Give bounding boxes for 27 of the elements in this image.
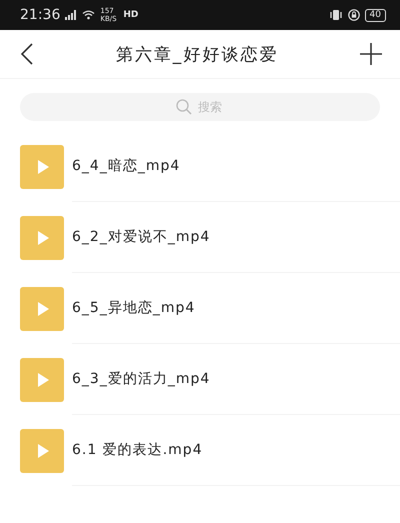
play-icon (20, 216, 64, 260)
signal-icon (65, 10, 78, 20)
file-item[interactable]: 6_3_爱的活力_mp4 (20, 344, 400, 415)
file-name: 6_2_对爱说不_mp4 (72, 228, 210, 246)
file-item[interactable]: 6_2_对爱说不_mp4 (20, 202, 400, 273)
back-icon[interactable] (20, 43, 34, 65)
file-name: 6_4_暗恋_mp4 (72, 157, 180, 175)
search-icon (176, 99, 192, 115)
wifi-icon (82, 10, 96, 20)
play-icon (20, 286, 64, 330)
hd-label: HD (123, 10, 138, 20)
add-icon[interactable] (360, 43, 382, 65)
play-icon (20, 358, 64, 402)
file-name: 6_5_异地恋_mp4 (72, 299, 196, 317)
battery-indicator: 40 (364, 8, 386, 22)
vibrate-icon (328, 9, 343, 21)
status-time: 21:36 (20, 7, 60, 23)
lock-icon (348, 9, 360, 21)
file-item[interactable]: 6_5_异地恋_mp4 (20, 273, 400, 344)
file-name: 6_3_爱的活力_mp4 (72, 370, 210, 388)
page-title: 第六章_好好谈恋爱 (114, 44, 280, 66)
file-name: 6.1 爱的表达.mp4 (72, 441, 203, 459)
play-icon (20, 428, 64, 472)
file-item[interactable]: 6_4_暗恋_mp4 (20, 131, 400, 202)
search-field[interactable]: 搜索 (20, 93, 380, 121)
play-icon (20, 144, 64, 188)
file-item[interactable]: 6.1 爱的表达.mp4 (20, 415, 400, 486)
